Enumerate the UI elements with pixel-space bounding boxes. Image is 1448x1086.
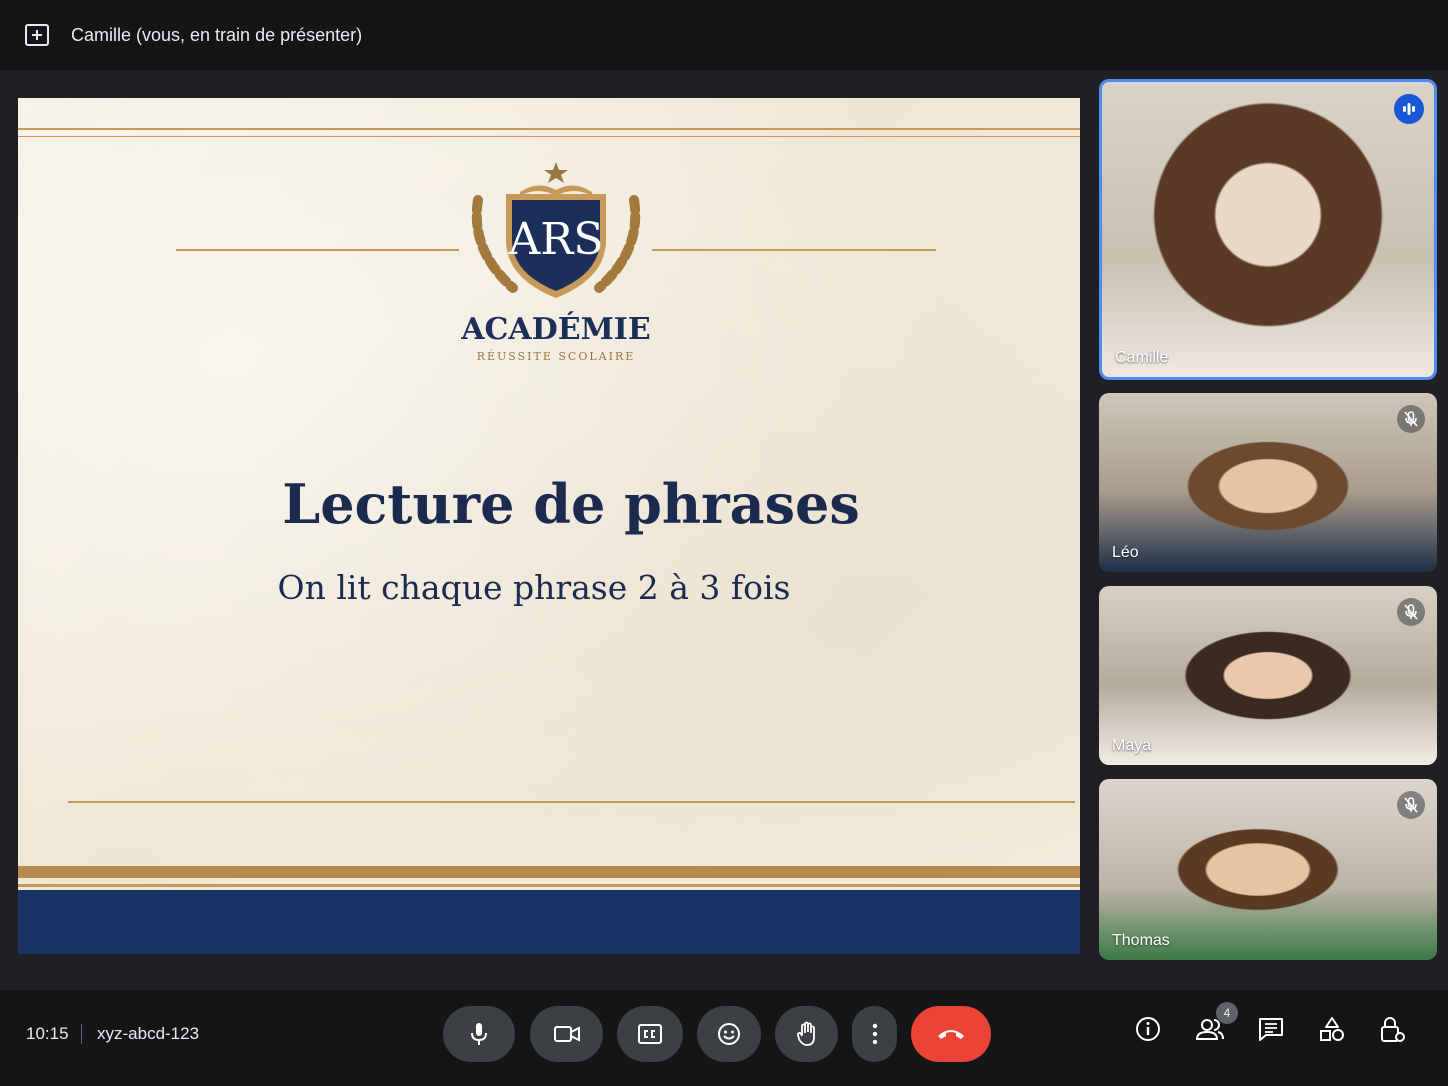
participant-name: Léo [1112, 544, 1139, 561]
raise-hand-button[interactable] [775, 1006, 838, 1062]
raise-hand-icon [796, 1021, 815, 1046]
slide-title: Lecture de phrases [282, 472, 860, 536]
emoji-icon [718, 1023, 740, 1045]
muted-mic-icon [1397, 598, 1425, 626]
bottom-bar: 10:15 xyz-abcd-123 4 [0, 990, 1448, 1086]
slide-top-rule-thin [18, 136, 1080, 137]
presentation-slide: ARS ACADÉMIE RÉUSSITE SCOLAIRE Lecture d… [18, 98, 1080, 954]
separator [81, 1024, 82, 1044]
more-options-button[interactable] [852, 1006, 897, 1062]
slide-navy-band [18, 890, 1080, 954]
info-icon [1136, 1017, 1160, 1041]
svg-text:ARS: ARS [507, 214, 603, 265]
speaking-indicator-icon [1394, 94, 1424, 124]
meeting-info-button[interactable] [1133, 1014, 1163, 1044]
end-call-button[interactable] [911, 1006, 991, 1062]
emoji-reaction-button[interactable] [697, 1006, 761, 1062]
logo-subtitle: RÉUSSITE SCOLAIRE [476, 350, 636, 363]
slide-top-rule [18, 128, 1080, 130]
meeting-stage: ARS ACADÉMIE RÉUSSITE SCOLAIRE Lecture d… [0, 70, 1448, 990]
camera-button[interactable] [530, 1006, 603, 1062]
host-controls-button[interactable] [1378, 1014, 1408, 1044]
participant-name: Thomas [1112, 932, 1170, 949]
captions-button[interactable] [617, 1006, 683, 1062]
slide-bottom-rule [68, 801, 1075, 803]
host-controls-icon [1381, 1017, 1405, 1042]
crest-icon: ARS [471, 162, 641, 298]
logo-name: ACADÉMIE [461, 312, 651, 347]
microphone-button[interactable] [443, 1006, 515, 1062]
activities-button[interactable] [1317, 1014, 1347, 1044]
chat-button[interactable] [1256, 1014, 1286, 1044]
academie-logo: ARS ACADÉMIE RÉUSSITE SCOLAIRE [458, 160, 654, 370]
captions-icon [638, 1024, 662, 1044]
slide-right-ornament [652, 249, 936, 251]
camera-icon [553, 1026, 580, 1042]
participant-name: Camille [1115, 349, 1169, 366]
meeting-code: xyz-abcd-123 [97, 1024, 200, 1043]
meeting-time: 10:15 [26, 1024, 69, 1043]
video-feed-camille [1102, 82, 1434, 377]
participants-count-badge: 4 [1216, 1002, 1238, 1024]
top-bar: Camille (vous, en train de présenter) [0, 0, 1448, 70]
video-feed-leo [1099, 393, 1437, 572]
chat-icon [1259, 1018, 1283, 1041]
mic-icon [471, 1023, 487, 1045]
presenting-label: Camille (vous, en train de présenter) [71, 24, 363, 45]
participant-tile-leo[interactable]: Léo [1099, 393, 1437, 572]
activities-icon [1320, 1017, 1344, 1041]
slide-gold-band-thin [18, 884, 1080, 887]
end-call-icon [938, 1030, 964, 1039]
muted-mic-icon [1397, 405, 1425, 433]
participant-tile-maya[interactable]: Maya [1099, 586, 1437, 765]
slide-subtitle: On lit chaque phrase 2 à 3 fois [277, 568, 791, 607]
participant-name: Maya [1112, 737, 1152, 754]
slide-gold-band [18, 866, 1080, 878]
more-options-icon [872, 1023, 877, 1045]
participant-tile-camille[interactable]: Camille [1099, 79, 1437, 380]
participant-tile-thomas[interactable]: Thomas [1099, 779, 1437, 960]
present-screen-icon [24, 22, 50, 48]
muted-mic-icon [1397, 791, 1425, 819]
slide-left-ornament [176, 249, 459, 251]
